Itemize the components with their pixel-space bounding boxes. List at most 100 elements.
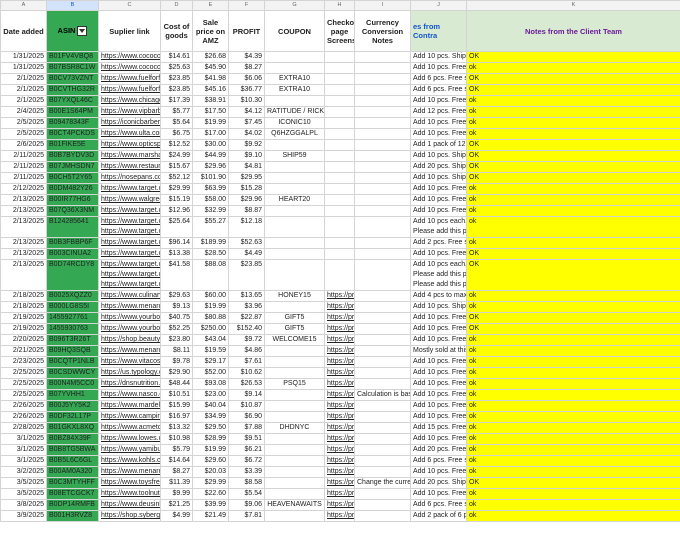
cost-cell[interactable]: $4.99 [160,510,193,522]
conversion-note[interactable] [354,455,411,467]
asin-cell[interactable]: B0BZ84X39F [46,433,99,445]
coupon-cell[interactable]: DHDNYC [264,422,325,434]
sale-price-cell[interactable]: $19.99 [192,301,229,313]
conversion-note[interactable] [354,95,411,107]
sale-price-cell[interactable]: $60.00 [192,290,229,302]
date-cell[interactable]: 1/31/2025 [0,62,47,74]
checkout-screenshot-link[interactable]: https://prnt [324,422,355,434]
supplier-link[interactable]: https://www.restaura [98,161,161,173]
conversion-note[interactable] [354,433,411,445]
profit-cell[interactable]: $4.39 [228,51,265,63]
checkout-screenshot-link[interactable] [324,161,355,173]
checkout-screenshot-link[interactable]: https://prnt [324,444,355,456]
supplier-link[interactable]: https://www.menard [98,345,161,357]
checkout-screenshot-link[interactable]: https://prnt [324,389,355,401]
conversion-note[interactable] [354,400,411,412]
contractor-note[interactable]: Add 2 pack of 6 p [410,510,467,522]
profit-cell[interactable]: $22.87 [228,312,265,324]
date-cell[interactable]: 2/4/2025 [0,106,47,118]
supplier-link[interactable]: https://dnsnutrition.c [98,378,161,390]
sale-price-cell[interactable]: $29.17 [192,356,229,368]
asin-cell[interactable]: B0CSDWWCY [46,367,99,379]
checkout-screenshot-link[interactable] [324,73,355,85]
client-note[interactable]: ok [466,183,680,195]
asin-cell[interactable]: B096T3R26T [46,334,99,346]
contractor-note[interactable]: Add 10 pcs. Free s [410,128,467,140]
coupon-cell[interactable] [264,356,325,368]
conversion-note[interactable] [354,161,411,173]
cost-cell[interactable]: $29.63 [160,290,193,302]
sale-price-cell[interactable]: $17.50 [192,106,229,118]
client-note[interactable]: ok [466,216,680,238]
client-note[interactable]: ok [466,237,680,249]
date-cell[interactable]: 2/26/2025 [0,411,47,423]
profit-cell[interactable]: $9.06 [228,499,265,511]
coupon-cell[interactable] [264,161,325,173]
asin-cell[interactable]: B001H3RVZ8 [46,510,99,522]
date-cell[interactable]: 2/25/2025 [0,378,47,390]
asin-cell[interactable]: B0DM482Y26 [46,183,99,195]
contractor-note[interactable]: Add 10 pcs. Shipp [410,172,467,184]
asin-cell[interactable]: B0CT4PCKDS [46,128,99,140]
client-note[interactable]: OK [466,477,680,489]
supplier-link[interactable]: https://www.cococo [98,51,161,63]
cost-cell[interactable]: $12.96 [160,205,193,217]
supplier-link[interactable]: https://www.target.c [98,237,161,249]
contractor-note[interactable]: Add 12 pcs. Free s [410,106,467,118]
supplier-link[interactable]: https://shop.syberg [98,510,161,522]
sale-price-cell[interactable]: $80.88 [192,312,229,324]
contractor-note[interactable]: Add 1 pack of 12 [410,139,467,151]
profit-cell[interactable]: $6.90 [228,411,265,423]
coupon-cell[interactable] [264,400,325,412]
checkout-screenshot-link[interactable]: https://prnt [324,312,355,324]
sale-price-cell[interactable]: $93.08 [192,378,229,390]
conversion-note[interactable] [354,51,411,63]
date-cell[interactable]: 2/25/2025 [0,389,47,401]
profit-cell[interactable]: $6.21 [228,444,265,456]
checkout-screenshot-link[interactable]: https://prnt [324,455,355,467]
checkout-screenshot-link[interactable]: https://prnt [324,499,355,511]
conversion-note[interactable] [354,172,411,184]
date-cell[interactable]: 3/8/2025 [0,499,47,511]
sale-price-cell[interactable]: $28.50 [192,248,229,260]
contractor-note[interactable]: Add 10 pcs. Free s [410,62,467,74]
client-note[interactable]: ok [466,389,680,401]
client-note[interactable]: ok [466,334,680,346]
conversion-note[interactable] [354,194,411,206]
column-letter[interactable]: D [160,0,193,11]
contractor-note[interactable]: Add 20 pcs. Shipp [410,161,467,173]
contractor-note[interactable]: Add 10 pcs. Free s [410,466,467,478]
coupon-cell[interactable] [264,455,325,467]
conversion-note[interactable] [354,106,411,118]
date-cell[interactable]: 3/9/2025 [0,510,47,522]
client-note[interactable]: ok [466,301,680,313]
asin-cell[interactable]: B07YVHH1 [46,389,99,401]
sale-price-cell[interactable]: $39.99 [192,499,229,511]
profit-cell[interactable]: $5.54 [228,488,265,500]
supplier-link-line[interactable]: https://www.target.c [101,261,160,271]
cost-cell[interactable]: $14.64 [160,455,193,467]
asin-cell[interactable]: B09HQ3SQB [46,345,99,357]
checkout-screenshot-link[interactable] [324,128,355,140]
supplier-link[interactable]: https://www.opticspl [98,139,161,151]
checkout-screenshot-link[interactable] [324,237,355,249]
sale-price-cell[interactable]: $101.90 [192,172,229,184]
header-date[interactable]: Date added [0,10,47,52]
column-letter[interactable]: K [466,0,680,11]
asin-cell[interactable]: B0D74RCDY8 [46,259,99,291]
asin-cell[interactable]: B0CVTHG32R [46,84,99,96]
sale-price-cell[interactable]: $45.16 [192,84,229,96]
supplier-link[interactable]: https://www.target.c https://www.target.c… [98,259,161,291]
conversion-note[interactable] [354,62,411,74]
checkout-screenshot-link[interactable]: https://prnt [324,510,355,522]
column-letter[interactable]: I [354,0,411,11]
conversion-note[interactable] [354,367,411,379]
coupon-cell[interactable]: Q6HZGGALPL [264,128,325,140]
asin-cell[interactable]: B01GKXL8XQ [46,422,99,434]
coupon-cell[interactable] [264,51,325,63]
contractor-note[interactable]: Add 10 pcs. Shipp [410,51,467,63]
date-cell[interactable]: 2/23/2025 [0,356,47,368]
cost-cell[interactable]: $12.52 [160,139,193,151]
client-note[interactable]: ok [466,194,680,206]
cost-cell[interactable]: $15.67 [160,161,193,173]
